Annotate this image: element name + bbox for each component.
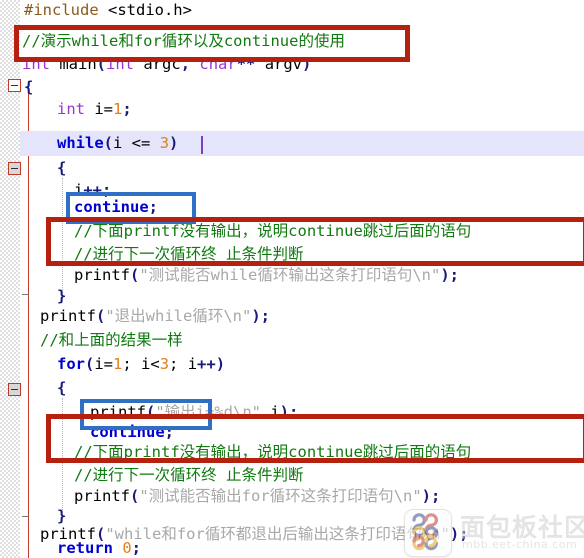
- code-line-16: printf("退出while循环\n");: [40, 304, 270, 329]
- token-comma: ,: [180, 55, 200, 73]
- code-line-8: while(i <= 3): [57, 131, 178, 156]
- code-line-22: //下面printf没有输出，说明continue跳过后面的语句: [74, 440, 471, 465]
- token-comment: //演示while和for循环以及continue的使用: [22, 32, 345, 50]
- token-paren-close: );: [440, 266, 460, 284]
- token-brace-open: {: [57, 159, 67, 177]
- token-string: "退出while循环\n": [105, 307, 252, 325]
- code-editor-screenshot: #include <stdio.h> //演示while和for循环以及cont…: [0, 0, 584, 558]
- token-argc: argc: [134, 55, 181, 73]
- token-paren-close: );: [421, 487, 441, 505]
- token-preprocessor: #include: [24, 1, 99, 19]
- token-paren-open: (: [85, 355, 95, 373]
- code-line-3: //演示while和for循环以及continue的使用: [22, 29, 345, 54]
- token-keyword-return: return: [57, 539, 113, 557]
- code-line-19: {: [57, 376, 66, 401]
- token-semicolon: ;: [122, 100, 132, 118]
- token-for-step: ; i: [169, 355, 198, 373]
- token-paren-open: (: [103, 134, 114, 152]
- token-printf: printf: [40, 307, 96, 325]
- token-paren-open: (: [96, 55, 107, 73]
- token-for-cond: ; i<: [122, 355, 160, 373]
- token-number-1: 1: [113, 355, 123, 373]
- token-printf: printf: [74, 266, 130, 284]
- code-line-4: int main(int argc, char** argv): [22, 52, 311, 77]
- token-semicolon: ;: [131, 539, 142, 557]
- token-keyword-for: for: [57, 355, 85, 373]
- code-line-6: int i=1;: [57, 97, 132, 122]
- token-paren-close: );: [279, 403, 299, 421]
- token-semicolon: ;: [164, 423, 174, 441]
- code-line-24: printf("测试能否输出for循环这条打印语句\n");: [74, 484, 440, 509]
- token-brace-open: {: [57, 379, 67, 397]
- token-comment: //下面printf没有输出，说明continue跳过后面的语句: [74, 443, 472, 461]
- token-comment: //和上面的结果一样: [40, 331, 183, 349]
- token-string: "测试能否输出for循环这条打印语句\n": [139, 487, 422, 505]
- code-line-1: #include <stdio.h>: [24, 0, 192, 23]
- text-caret: [201, 136, 203, 154]
- code-line-17: //和上面的结果一样: [40, 328, 183, 353]
- token-paren-open: (: [96, 307, 106, 325]
- token-number-0: 0: [113, 539, 132, 557]
- token-string: "while和for循环都退出后输出这条打印语句\n": [105, 525, 450, 543]
- code-line-28: return 0;: [57, 536, 141, 558]
- token-paren-open: (: [130, 487, 140, 505]
- token-type-char: char: [199, 55, 237, 73]
- token-increment: ++: [197, 355, 216, 373]
- token-paren-open: (: [146, 403, 156, 421]
- token-brace-open: {: [24, 78, 34, 96]
- code-line-14: printf("测试能否while循环输出这条打印语句\n");: [74, 263, 459, 288]
- token-for-init: i=: [94, 355, 114, 373]
- token-header: <stdio.h>: [98, 1, 192, 19]
- token-printf: printf: [90, 403, 146, 421]
- token-arg-i: ,i: [261, 403, 280, 421]
- token-main: main: [50, 55, 97, 73]
- token-var-i: i=: [85, 100, 113, 118]
- token-paren-close: );: [449, 525, 469, 543]
- token-paren-open: (: [130, 266, 140, 284]
- token-paren-close: ): [215, 355, 226, 373]
- code-line-9: {: [57, 156, 66, 181]
- token-type-int2: int: [106, 55, 135, 73]
- token-printf: printf: [74, 487, 130, 505]
- token-comment: //进行下一次循环终 止条件判断: [74, 466, 304, 484]
- token-keyword-continue: continue: [74, 198, 149, 216]
- token-string: "输出i=%d\n": [155, 403, 261, 421]
- token-paren-close: ): [169, 134, 179, 152]
- code-area[interactable]: #include <stdio.h> //演示while和for循环以及cont…: [0, 0, 584, 558]
- code-line-18: for(i=1; i<3; i++): [57, 352, 225, 377]
- token-comment: //进行下一次循环终 止条件判断: [74, 245, 304, 263]
- code-line-12: //下面printf没有输出，说明continue跳过后面的语句: [74, 219, 471, 244]
- token-condition: i <=: [113, 134, 160, 152]
- token-number-3: 3: [159, 355, 170, 373]
- token-brace-close: }: [57, 287, 67, 305]
- code-line-11: continue;: [74, 195, 158, 220]
- token-argv: argv: [255, 55, 303, 73]
- token-comment: //下面printf没有输出，说明continue跳过后面的语句: [74, 222, 472, 240]
- token-paren-close: ): [302, 55, 312, 73]
- token-type-int: int: [57, 100, 85, 118]
- token-number-1: 1: [113, 100, 123, 118]
- token-keyword-while: while: [57, 134, 104, 152]
- token-number-3: 3: [159, 134, 170, 152]
- token-string: "测试能否while循环输出这条打印语句\n": [139, 266, 441, 284]
- code-line-5: {: [24, 75, 33, 100]
- token-double-star: **: [236, 55, 256, 73]
- token-type-int: int: [22, 55, 50, 73]
- token-semicolon: ;: [148, 198, 158, 216]
- token-keyword-continue: continue: [90, 423, 165, 441]
- token-paren-close: );: [251, 307, 271, 325]
